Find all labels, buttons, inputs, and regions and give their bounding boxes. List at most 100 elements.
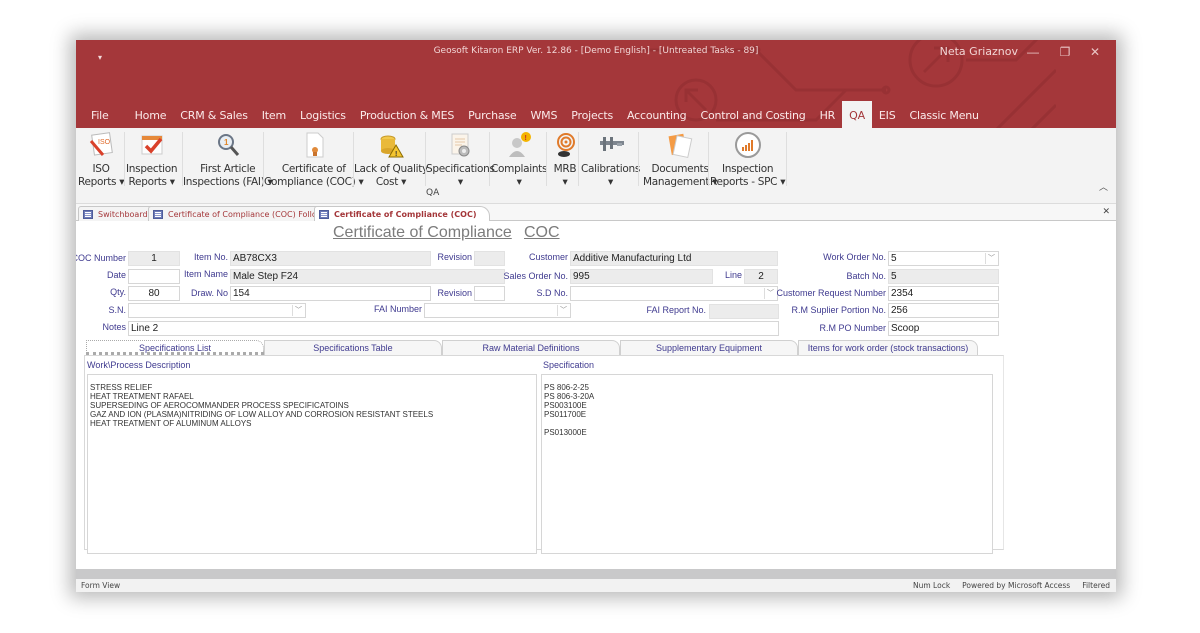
chevron-down-icon[interactable]: ﹀ bbox=[292, 305, 304, 316]
fai-report-no-field[interactable] bbox=[709, 304, 779, 319]
menu-projects[interactable]: Projects bbox=[564, 101, 620, 128]
subtab-raw-material-definitions[interactable]: Raw Material Definitions bbox=[442, 340, 620, 355]
spc-label-2: Reports - SPC ▾ bbox=[710, 176, 786, 188]
first-article-inspections-button[interactable]: 1 First Article Inspections (FAI) ▾ bbox=[183, 130, 273, 189]
coc-number-label: COC Number bbox=[76, 253, 126, 263]
customer-request-number-field[interactable]: 2354 bbox=[888, 286, 999, 301]
complaints-label-2: ▾ bbox=[516, 176, 522, 188]
item-name-field[interactable]: Male Step F24 bbox=[230, 269, 505, 284]
ribbon-separator bbox=[124, 132, 125, 186]
work-order-no-field[interactable]: 5 ﹀ bbox=[888, 251, 999, 266]
iso-reports-button[interactable]: ISO ISO Reports ▾ bbox=[78, 130, 124, 189]
close-document-icon[interactable]: ✕ bbox=[1102, 206, 1110, 217]
chevron-down-icon[interactable]: ﹀ bbox=[557, 305, 569, 316]
close-icon[interactable]: ✕ bbox=[1080, 42, 1110, 62]
fai-number-field[interactable]: ﹀ bbox=[424, 303, 571, 318]
doc-tab-label: Certificate of Compliance (COC) bbox=[334, 210, 477, 219]
menu-control-costing[interactable]: Control and Costing bbox=[693, 101, 812, 128]
chevron-down-icon[interactable]: ﹀ bbox=[764, 288, 776, 299]
specifications-button[interactable]: Specifications ▾ bbox=[426, 130, 495, 189]
collapse-ribbon-icon[interactable]: ︿ bbox=[1099, 180, 1108, 193]
certificate-of-compliance-button[interactable]: Certificate of Compliance (COC) ▾ bbox=[264, 130, 364, 189]
menu-eis[interactable]: EIS bbox=[872, 101, 903, 128]
view-mode-status: Form View bbox=[81, 581, 121, 590]
chevron-down-icon[interactable]: ﹀ bbox=[985, 253, 997, 264]
menu-bar: File Home CRM & Sales Item Logistics Pro… bbox=[76, 101, 986, 128]
customer-request-number-label: Customer Request Number bbox=[776, 288, 886, 298]
menu-logistics[interactable]: Logistics bbox=[293, 101, 353, 128]
menu-wms[interactable]: WMS bbox=[524, 101, 565, 128]
revision-label: Revision bbox=[437, 252, 472, 262]
sn-label: S.N. bbox=[108, 305, 126, 315]
documents-label-2: Management ▾ bbox=[643, 176, 718, 188]
subtab-specifications-table[interactable]: Specifications Table bbox=[264, 340, 442, 355]
minimize-icon[interactable]: — bbox=[1018, 42, 1048, 62]
rm-po-number-label: R.M PO Number bbox=[819, 323, 886, 333]
coc-label-1: Certificate of bbox=[281, 163, 346, 175]
coc-form: Certificate of Compliance COC COC Number… bbox=[76, 221, 1116, 592]
line-field[interactable]: 2 bbox=[744, 269, 778, 284]
menu-accounting[interactable]: Accounting bbox=[620, 101, 693, 128]
title-bar: ▾ Geosoft Kitaron ERP Ver. 12.86 - [Demo… bbox=[76, 40, 1116, 128]
documents-management-button[interactable]: Documents Management ▾ bbox=[643, 130, 717, 189]
restore-icon[interactable]: ❐ bbox=[1050, 42, 1080, 62]
coc-number-field[interactable]: 1 bbox=[128, 251, 180, 266]
subtab-supplementary-equipment[interactable]: Supplementary Equipment bbox=[620, 340, 798, 355]
menu-home[interactable]: Home bbox=[128, 101, 174, 128]
form-footer-strip bbox=[76, 569, 1116, 579]
form-title: Certificate of Compliance bbox=[333, 224, 512, 241]
menu-item[interactable]: Item bbox=[255, 101, 293, 128]
sd-no-field[interactable]: ﹀ bbox=[570, 286, 778, 301]
caliper-icon bbox=[596, 130, 626, 160]
powered-by-status: Powered by Microsoft Access bbox=[962, 581, 1071, 590]
work-process-description-field[interactable]: STRESS RELIEF HEAT TREATMENT RAFAEL SUPE… bbox=[87, 374, 537, 554]
sn-field[interactable]: ﹀ bbox=[128, 303, 306, 318]
documents-icon bbox=[665, 130, 695, 160]
ribbon-separator bbox=[786, 132, 787, 186]
sales-order-no-field[interactable]: 995 bbox=[570, 269, 713, 284]
rm-supplier-portion-no-field[interactable]: 256 bbox=[888, 303, 999, 318]
mrb-label-1: MRB bbox=[553, 163, 577, 175]
rm-supplier-portion-no-label: R.M Suplier Portion No. bbox=[791, 305, 886, 315]
rm-po-number-field[interactable]: Scoop bbox=[888, 321, 999, 336]
complaints-button[interactable]: ! Complaints ▾ bbox=[491, 130, 547, 189]
lack-of-quality-label-2: Cost ▾ bbox=[375, 176, 407, 188]
menu-production-mes[interactable]: Production & MES bbox=[353, 101, 461, 128]
mrb-button[interactable]: MRB ▾ bbox=[550, 130, 580, 189]
specifications-gear-icon bbox=[445, 130, 475, 160]
notes-field[interactable]: Line 2 bbox=[128, 321, 779, 336]
date-label: Date bbox=[106, 270, 126, 280]
ribbon-separator bbox=[708, 132, 709, 186]
qty-label: Qty. bbox=[110, 287, 126, 297]
qty-field[interactable]: 80 bbox=[128, 286, 180, 301]
calibrations-button[interactable]: Calibrations ▾ bbox=[581, 130, 640, 189]
document-tabs: Switchboard Certificate of Compliance (C… bbox=[76, 204, 1116, 222]
svg-text:ISO: ISO bbox=[98, 139, 111, 146]
menu-crm-sales[interactable]: CRM & Sales bbox=[173, 101, 254, 128]
menu-file[interactable]: File bbox=[84, 101, 116, 128]
form-title-abbr: COC bbox=[524, 224, 560, 241]
menu-hr[interactable]: HR bbox=[813, 101, 843, 128]
batch-no-field[interactable]: 5 bbox=[888, 269, 999, 284]
item-no-field[interactable]: AB78CX3 bbox=[230, 251, 431, 266]
user-name[interactable]: Neta Griaznov bbox=[940, 45, 1018, 58]
subtab-specifications-list[interactable]: Specifications List bbox=[86, 340, 264, 355]
menu-classic-menu[interactable]: Classic Menu bbox=[902, 101, 985, 128]
doc-tab-coc[interactable]: Certificate of Compliance (COC) bbox=[314, 206, 490, 222]
ribbon-group-label: QA bbox=[426, 188, 440, 198]
draw-no-field[interactable]: 154 bbox=[230, 286, 431, 301]
work-order-no-label: Work Order No. bbox=[823, 252, 886, 262]
customer-field[interactable]: Additive Manufacturing Ltd bbox=[570, 251, 778, 266]
svg-text:!: ! bbox=[525, 135, 527, 142]
inspection-reports-spc-button[interactable]: Inspection Reports - SPC ▾ bbox=[710, 130, 785, 189]
specification-field[interactable]: PS 806-2-25 PS 806-3-20A PS003100E PS011… bbox=[541, 374, 993, 554]
menu-qa[interactable]: QA bbox=[842, 101, 872, 128]
sales-order-no-label: Sales Order No. bbox=[503, 271, 568, 281]
inspection-reports-button[interactable]: Inspection Reports ▾ bbox=[126, 130, 178, 189]
subtab-items-for-work-order[interactable]: Items for work order (stock transactions… bbox=[798, 340, 978, 355]
lack-of-quality-cost-button[interactable]: ! Lack of Quality Cost ▾ bbox=[354, 130, 428, 189]
revision2-label: Revision bbox=[437, 288, 472, 298]
num-lock-status: Num Lock bbox=[913, 581, 951, 590]
menu-purchase[interactable]: Purchase bbox=[461, 101, 523, 128]
filtered-status[interactable]: Filtered bbox=[1082, 581, 1110, 590]
